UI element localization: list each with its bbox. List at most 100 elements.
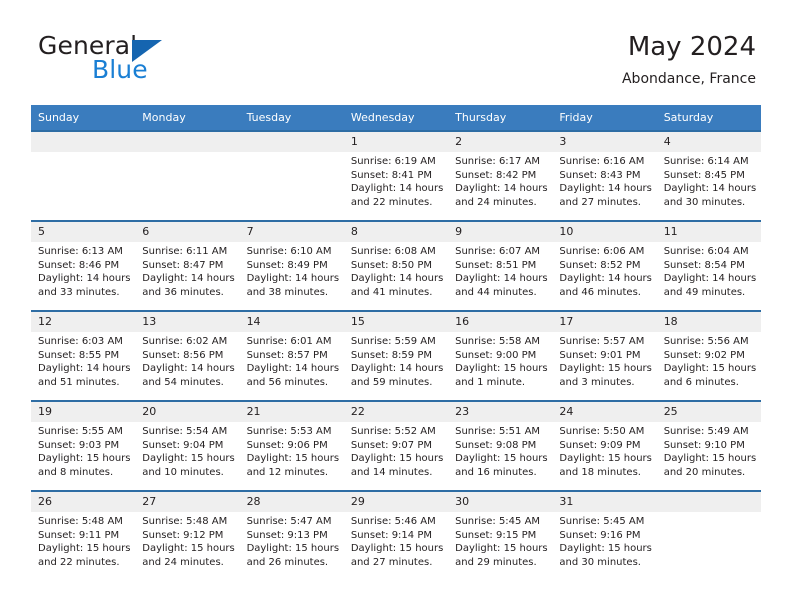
day-sunrise-text: Sunrise: 5:45 AM [559, 516, 645, 527]
day-daylight2-text: and 36 minutes. [142, 286, 224, 298]
calendar-day-cell[interactable]: 8 Sunrise: 6:08 AM Sunset: 8:50 PM Daylight… [343, 220, 449, 311]
calendar-day-cell[interactable]: 7 Sunrise: 6:10 AM Sunset: 8:49 PM Daylight… [239, 220, 344, 311]
day-sunset-text: Sunset: 8:50 PM [350, 259, 432, 271]
day-daylight2-text: and 18 minutes. [559, 466, 641, 478]
day-sun-info: Sunrise: 5:47 AM Sunset: 9:13 PM Daylight:… [240, 512, 344, 569]
calendar-week-row: 12 Sunrise: 6:03 AM Sunset: 8:55 PM Dayligh… [31, 310, 761, 401]
day-sunset-text: Sunset: 9:12 PM [142, 529, 224, 541]
day-daylight1-text: Daylight: 14 hours [663, 273, 757, 285]
calendar-day-cell[interactable]: 5 Sunrise: 6:13 AM Sunset: 8:46 PM Daylight… [31, 220, 136, 311]
day-sun-info: Sunrise: 6:16 AM Sunset: 8:43 PM Daylight:… [552, 152, 656, 209]
day-sunrise-text: Sunrise: 5:51 AM [455, 426, 541, 437]
day-number: 13 [135, 312, 240, 332]
day-sun-info: Sunrise: 5:52 AM Sunset: 9:07 PM Daylight:… [344, 422, 448, 479]
calendar-day-cell[interactable]: 16 Sunrise: 5:58 AM Sunset: 9:00 PM Dayligh… [448, 310, 553, 401]
day-sunset-text: Sunset: 8:54 PM [663, 259, 745, 271]
calendar-day-cell[interactable]: 17 Sunrise: 5:57 AM Sunset: 9:01 PM Dayligh… [552, 310, 657, 401]
day-sun-info: Sunrise: 6:07 AM Sunset: 8:51 PM Daylight:… [448, 242, 552, 299]
day-sunset-text: Sunset: 8:57 PM [246, 349, 328, 361]
calendar-day-cell[interactable]: 13 Sunrise: 6:02 AM Sunset: 8:56 PM Dayligh… [135, 310, 240, 401]
day-daylight1-text: Daylight: 14 hours [663, 183, 757, 195]
calendar-day-cell[interactable]: 28 Sunrise: 5:47 AM Sunset: 9:13 PM Dayligh… [239, 490, 344, 581]
calendar-day-cell[interactable]: 22 Sunrise: 5:52 AM Sunset: 9:07 PM Dayligh… [343, 400, 449, 491]
day-number: 15 [343, 312, 449, 332]
day-daylight1-text: Daylight: 15 hours [663, 453, 757, 465]
page-subtitle: Abondance, France [621, 71, 756, 87]
calendar-day-cell[interactable]: 29 Sunrise: 5:46 AM Sunset: 9:14 PM Dayligh… [343, 490, 449, 581]
calendar-day-cell-empty [656, 490, 761, 581]
calendar-day-cell[interactable]: 31 Sunrise: 5:45 AM Sunset: 9:16 PM Dayligh… [552, 490, 657, 581]
general-blue-logo[interactable]: General Blue [36, 32, 266, 88]
calendar-day-cell[interactable]: 4 Sunrise: 6:14 AM Sunset: 8:45 PM Daylight… [656, 130, 761, 221]
day-daylight1-text: Daylight: 15 hours [455, 363, 548, 375]
day-number: 3 [552, 132, 657, 152]
day-daylight2-text: and 8 minutes. [38, 466, 114, 478]
calendar-day-cell[interactable]: 9 Sunrise: 6:07 AM Sunset: 8:51 PM Daylight… [448, 220, 553, 311]
calendar-day-cell[interactable]: 14 Sunrise: 6:01 AM Sunset: 8:57 PM Dayligh… [239, 310, 344, 401]
day-number: 16 [448, 312, 553, 332]
day-sunrise-text: Sunrise: 6:11 AM [142, 246, 228, 257]
day-number: 25 [656, 402, 761, 422]
calendar-day-cell[interactable]: 19 Sunrise: 5:55 AM Sunset: 9:03 PM Dayligh… [31, 400, 136, 491]
calendar-day-cell[interactable]: 2 Sunrise: 6:17 AM Sunset: 8:42 PM Daylight… [448, 130, 553, 221]
day-sun-info: Sunrise: 5:50 AM Sunset: 9:09 PM Daylight:… [552, 422, 656, 479]
day-number: 7 [239, 222, 344, 242]
day-sun-info: Sunrise: 5:51 AM Sunset: 9:08 PM Daylight:… [448, 422, 552, 479]
calendar-day-cell[interactable]: 18 Sunrise: 5:56 AM Sunset: 9:02 PM Dayligh… [656, 310, 761, 401]
day-sun-info: Sunrise: 5:57 AM Sunset: 9:01 PM Daylight:… [552, 332, 656, 389]
day-sun-info: Sunrise: 6:04 AM Sunset: 8:54 PM Daylight:… [657, 242, 761, 299]
day-sunset-text: Sunset: 8:52 PM [559, 259, 641, 271]
calendar-day-cell[interactable]: 30 Sunrise: 5:45 AM Sunset: 9:15 PM Dayligh… [448, 490, 553, 581]
day-sunset-text: Sunset: 9:09 PM [559, 439, 641, 451]
day-number [31, 132, 136, 152]
day-sunset-text: Sunset: 9:08 PM [455, 439, 537, 451]
day-sunset-text: Sunset: 8:41 PM [350, 169, 432, 181]
day-daylight1-text: Daylight: 15 hours [663, 363, 757, 375]
day-daylight2-text: and 51 minutes. [38, 376, 120, 388]
day-sunrise-text: Sunrise: 6:03 AM [38, 336, 123, 347]
day-daylight1-text: Daylight: 15 hours [142, 453, 235, 465]
day-sun-info: Sunrise: 5:46 AM Sunset: 9:14 PM Daylight:… [344, 512, 448, 569]
calendar-day-cell[interactable]: 20 Sunrise: 5:54 AM Sunset: 9:04 PM Dayligh… [135, 400, 240, 491]
day-sunrise-text: Sunrise: 5:59 AM [350, 336, 436, 347]
day-daylight2-text: and 44 minutes. [455, 286, 537, 298]
day-daylight1-text: Daylight: 14 hours [350, 273, 444, 285]
day-number: 1 [343, 132, 449, 152]
day-number: 14 [239, 312, 344, 332]
day-sunset-text: Sunset: 9:13 PM [246, 529, 328, 541]
day-sun-info: Sunrise: 5:59 AM Sunset: 8:59 PM Daylight:… [344, 332, 448, 389]
day-daylight1-text: Daylight: 15 hours [559, 453, 652, 465]
weekday-header-tuesday: Tuesday [239, 105, 344, 131]
day-sun-info: Sunrise: 5:48 AM Sunset: 9:11 PM Daylight:… [31, 512, 135, 569]
calendar-day-cell[interactable]: 15 Sunrise: 5:59 AM Sunset: 8:59 PM Dayligh… [343, 310, 449, 401]
day-daylight2-text: and 10 minutes. [142, 466, 224, 478]
day-daylight1-text: Daylight: 14 hours [455, 273, 548, 285]
day-sunset-text: Sunset: 8:45 PM [663, 169, 745, 181]
calendar-day-cell[interactable]: 10 Sunrise: 6:06 AM Sunset: 8:52 PM Dayligh… [552, 220, 657, 311]
day-number: 5 [31, 222, 136, 242]
calendar-day-cell[interactable]: 11 Sunrise: 6:04 AM Sunset: 8:54 PM Dayligh… [656, 220, 761, 311]
calendar-day-cell[interactable]: 26 Sunrise: 5:48 AM Sunset: 9:11 PM Dayligh… [31, 490, 136, 581]
calendar-day-cell[interactable]: 27 Sunrise: 5:48 AM Sunset: 9:12 PM Dayligh… [135, 490, 240, 581]
day-daylight1-text: Daylight: 15 hours [246, 453, 340, 465]
day-sun-info: Sunrise: 6:10 AM Sunset: 8:49 PM Daylight:… [240, 242, 344, 299]
calendar-day-cell[interactable]: 23 Sunrise: 5:51 AM Sunset: 9:08 PM Dayligh… [448, 400, 553, 491]
day-sun-info: Sunrise: 6:14 AM Sunset: 8:45 PM Daylight:… [657, 152, 761, 209]
calendar-day-cell[interactable]: 24 Sunrise: 5:50 AM Sunset: 9:09 PM Dayligh… [552, 400, 657, 491]
calendar-day-cell-empty [239, 130, 344, 221]
day-daylight1-text: Daylight: 15 hours [455, 543, 548, 555]
day-sunset-text: Sunset: 9:03 PM [38, 439, 120, 451]
day-sunset-text: Sunset: 9:11 PM [38, 529, 120, 541]
day-daylight2-text: and 46 minutes. [559, 286, 641, 298]
calendar-day-cell[interactable]: 6 Sunrise: 6:11 AM Sunset: 8:47 PM Daylight… [135, 220, 240, 311]
calendar-day-cell[interactable]: 12 Sunrise: 6:03 AM Sunset: 8:55 PM Dayligh… [31, 310, 136, 401]
day-daylight2-text: and 38 minutes. [246, 286, 329, 298]
calendar-day-cell[interactable]: 3 Sunrise: 6:16 AM Sunset: 8:43 PM Daylight… [552, 130, 657, 221]
weekday-header-row: Sunday Monday Tuesday Wednesday Thursday Frid… [31, 105, 761, 131]
day-daylight1-text: Daylight: 14 hours [559, 183, 652, 195]
calendar-day-cell[interactable]: 21 Sunrise: 5:53 AM Sunset: 9:06 PM Dayligh… [239, 400, 344, 491]
calendar-day-cell[interactable]: 1 Sunrise: 6:19 AM Sunset: 8:41 PM Daylight… [343, 130, 449, 221]
calendar-day-cell[interactable]: 25 Sunrise: 5:49 AM Sunset: 9:10 PM Dayligh… [656, 400, 761, 491]
day-number: 24 [552, 402, 657, 422]
title-block: May 2024 Abondance, France [622, 30, 756, 88]
